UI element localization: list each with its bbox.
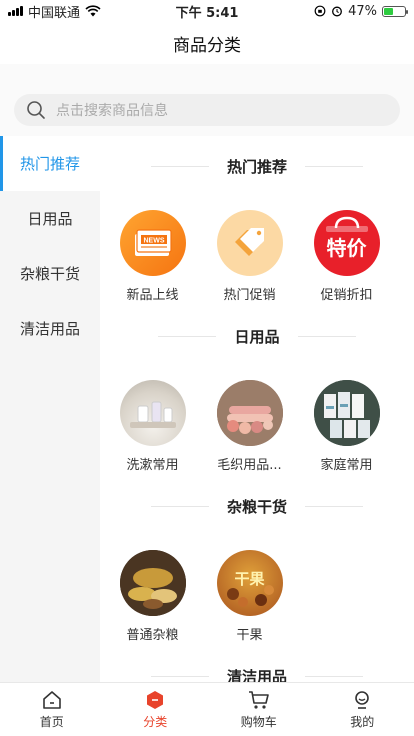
divider (305, 505, 363, 507)
dried-fruit-photo: 干果 (216, 550, 283, 616)
nav-bar: 商品分类 (0, 22, 414, 64)
category-item-household[interactable]: 家庭常用 (298, 366, 395, 476)
svg-text:NEWS: NEWS (143, 238, 164, 245)
category-item-label: 洗漱常用 (126, 458, 179, 473)
tab-label: 首页 (39, 715, 64, 729)
divider (297, 335, 356, 337)
cart-icon (248, 691, 269, 709)
grains-photo (119, 550, 186, 616)
divider (305, 165, 363, 167)
divider (158, 335, 217, 337)
tab-label: 分类 (143, 715, 168, 729)
section-title-cleaning: 清洁用品 (100, 646, 414, 682)
battery-icon (382, 5, 408, 17)
category-sidebar: 热门推荐 日用品 杂粮干货 清洁用品 (0, 136, 100, 682)
signal-icon (8, 6, 23, 16)
tab-label: 购物车 (240, 715, 277, 729)
category-item-label: 家庭常用 (320, 458, 373, 473)
wifi-icon (85, 5, 101, 17)
toiletries-photo (119, 380, 186, 446)
search-area: 点击搜索商品信息 (0, 64, 414, 136)
search-input[interactable]: 点击搜索商品信息 (14, 94, 400, 126)
divider (150, 165, 209, 167)
category-item-label: 毛织用品... (217, 458, 282, 473)
category-icon (147, 691, 164, 709)
news-icon: NEWS (119, 210, 186, 276)
category-item-towels[interactable]: 毛织用品... (201, 366, 298, 476)
section-title-daily: 日用品 (100, 306, 414, 366)
tab-cart[interactable]: 购物车 (207, 683, 311, 736)
sale-badge-text: 特价 (326, 235, 367, 260)
category-item-hot-promo[interactable]: 热门促销 (201, 196, 298, 306)
status-bar: 中国联通 下午 5:41 47% (0, 0, 414, 22)
sidebar-item-label: 热门推荐 (19, 155, 80, 173)
category-item-label: 干果 (236, 628, 263, 643)
carrier-name: 中国联通 (28, 5, 81, 21)
tab-profile[interactable]: 我的 (311, 683, 414, 736)
sidebar-item-daily[interactable]: 日用品 (0, 191, 100, 246)
sale-bag-icon: 特价 (313, 210, 380, 276)
alarm-icon (332, 6, 343, 17)
tab-bar: 首页 分类 购物车 我的 (0, 682, 414, 736)
section-grid-daily: 洗漱常用 毛织用品... 家庭常用 (100, 366, 414, 476)
screen: 中国联通 下午 5:41 47% 商品分类 点击搜索商品信息 热门推荐 日用品 … (0, 0, 414, 736)
category-item-dried-fruit[interactable]: 干果 干果 (201, 536, 298, 646)
divider (150, 675, 209, 677)
tab-category[interactable]: 分类 (104, 683, 208, 736)
sidebar-item-label: 杂粮干货 (19, 265, 80, 283)
category-item-new-arrivals[interactable]: NEWS 新品上线 (104, 196, 201, 306)
battery-percent: 47% (348, 3, 377, 19)
towels-photo (216, 380, 283, 446)
tab-label: 我的 (350, 715, 375, 729)
search-placeholder: 点击搜索商品信息 (56, 103, 168, 119)
category-item-discount[interactable]: 特价 促销折扣 (298, 196, 395, 306)
cups-photo (313, 380, 380, 446)
sidebar-item-label: 日用品 (27, 210, 73, 228)
category-item-common-grains[interactable]: 普通杂粮 (104, 536, 201, 646)
profile-icon (355, 691, 370, 709)
sidebar-item-hot[interactable]: 热门推荐 (0, 136, 100, 191)
divider (305, 675, 363, 677)
category-item-label: 普通杂粮 (126, 628, 179, 643)
sidebar-item-cleaning[interactable]: 清洁用品 (0, 301, 100, 356)
page-title: 商品分类 (173, 35, 241, 56)
category-item-label: 新品上线 (126, 288, 179, 303)
home-icon (42, 691, 61, 709)
category-item-label: 热门促销 (223, 288, 276, 303)
dried-fruit-badge-text: 干果 (234, 569, 265, 588)
sidebar-item-label: 清洁用品 (19, 320, 80, 338)
category-item-label: 促销折扣 (320, 288, 373, 303)
section-grid-grains: 普通杂粮 干果 干果 (100, 536, 414, 646)
sidebar-item-grains[interactable]: 杂粮干货 (0, 246, 100, 301)
section-title-grains: 杂粮干货 (100, 476, 414, 536)
category-content: 热门推荐 NEWS 新品上线 热门促销 特价 促销折扣 日用品 洗漱常用 毛织用… (100, 136, 414, 682)
search-icon (27, 101, 45, 119)
orientation-lock-icon (314, 5, 326, 17)
section-title-hot: 热门推荐 (100, 136, 414, 196)
category-item-toiletries[interactable]: 洗漱常用 (104, 366, 201, 476)
tab-home[interactable]: 首页 (0, 683, 104, 736)
divider (150, 505, 209, 507)
section-grid-hot: NEWS 新品上线 热门促销 特价 促销折扣 (100, 196, 414, 306)
tag-icon (216, 210, 283, 276)
